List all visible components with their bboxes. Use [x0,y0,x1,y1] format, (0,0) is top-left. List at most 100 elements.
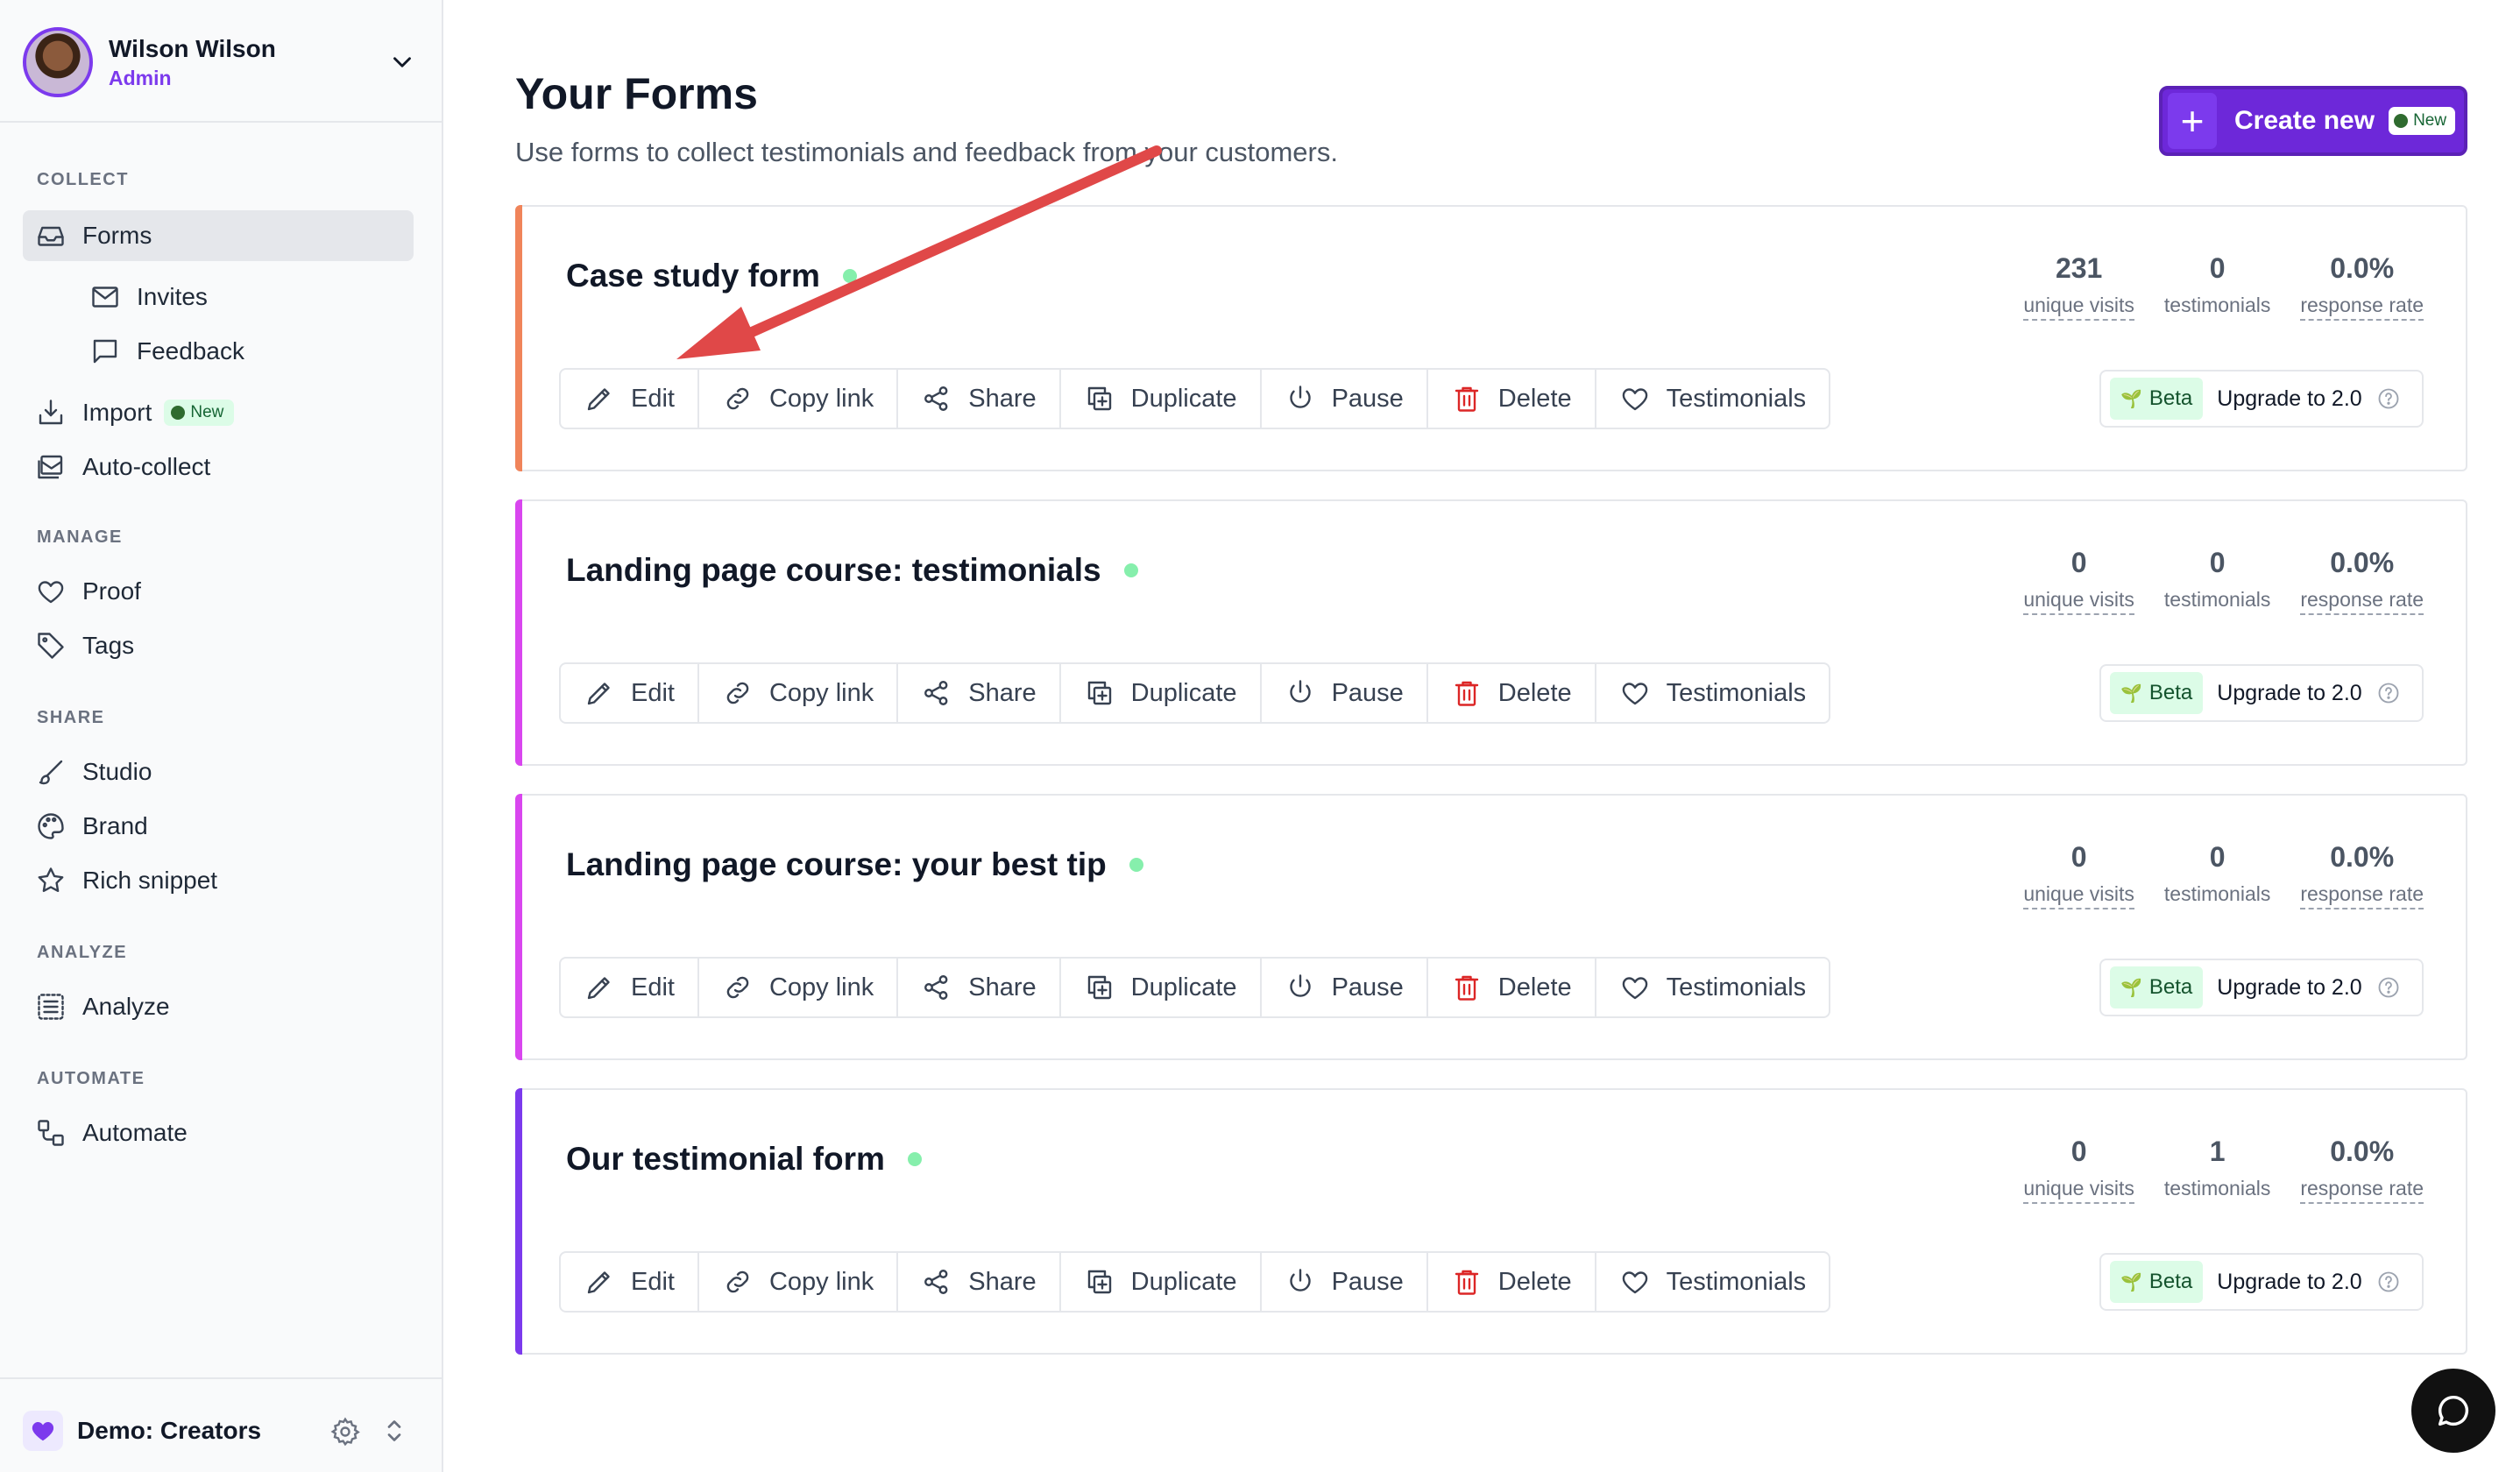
share-button[interactable]: Share [898,959,1061,1016]
status-dot [1123,563,1138,577]
copy-link-button[interactable]: Copy link [699,959,899,1016]
stat-label: testimonials [2163,882,2271,905]
delete-button[interactable]: Delete [1428,1253,1596,1311]
import-icon [39,400,63,425]
sidebar-item-label: Auto-collect [82,453,211,480]
stat-label[interactable]: response rate [2300,882,2424,909]
sidebar-item-rich-snippet[interactable]: Rich snippet [23,855,414,906]
upgrade-button[interactable]: 🌱 Beta Upgrade to 2.0 [2099,959,2424,1016]
heart-icon [1622,683,1647,705]
sidebar-item-autocollect[interactable]: Auto-collect [23,442,414,492]
plant-icon: 🌱 [2120,978,2142,998]
copy-link-button[interactable]: Copy link [699,370,899,428]
form-card: Landing page course: testimonials 0 uniq… [515,499,2467,766]
share-button[interactable]: Share [898,370,1061,428]
trash-icon [1455,1270,1478,1295]
edit-button[interactable]: Edit [561,1253,699,1311]
chevron-down-icon[interactable] [387,47,417,77]
sidebar-item-invites[interactable]: Invites [77,272,414,322]
workflow-icon [38,1120,64,1146]
stat-label[interactable]: unique visits [2023,882,2134,909]
gear-icon[interactable] [329,1416,361,1447]
edit-button[interactable]: Edit [561,664,699,722]
delete-button[interactable]: Delete [1428,959,1596,1016]
help-icon[interactable] [2376,975,2401,1000]
card-accent-bar [515,205,522,471]
copy-link-button[interactable]: Copy link [699,664,899,722]
list-icon [38,994,64,1020]
pause-button[interactable]: Pause [1262,1253,1428,1311]
testimonials-button[interactable]: Testimonials [1596,664,1830,722]
sidebar-item-label: Tags [82,632,135,659]
plant-icon: 🌱 [2120,683,2142,704]
help-icon[interactable] [2376,386,2401,411]
heart-icon [38,581,64,604]
form-title[interactable]: Our testimonial form [566,1141,885,1178]
testimonials-button[interactable]: Testimonials [1596,959,1830,1016]
sidebar-item-automate[interactable]: Automate [23,1108,414,1158]
upgrade-button[interactable]: 🌱 Beta Upgrade to 2.0 [2099,1253,2424,1311]
stat-label[interactable]: response rate [2300,588,2424,615]
testimonials-button[interactable]: Testimonials [1596,1253,1830,1311]
duplicate-button[interactable]: Duplicate [1061,370,1262,428]
action-label: Pause [1331,678,1404,707]
form-title[interactable]: Landing page course: testimonials [566,552,1101,589]
delete-button[interactable]: Delete [1428,664,1596,722]
pause-button[interactable]: Pause [1262,370,1428,428]
pause-button[interactable]: Pause [1262,664,1428,722]
sidebar-item-tags[interactable]: Tags [23,620,414,671]
edit-button[interactable]: Edit [561,959,699,1016]
stat-label[interactable]: unique visits [2023,294,2134,321]
action-label: Duplicate [1130,678,1237,707]
upgrade-label: Upgrade to 2.0 [2217,1269,2362,1294]
user-menu[interactable]: Wilson Wilson Admin [23,25,417,100]
form-title[interactable]: Landing page course: your best tip [566,846,1107,883]
beta-badge: 🌱 Beta [2110,378,2204,420]
user-name: Wilson Wilson [109,34,276,62]
share-button[interactable]: Share [898,1253,1061,1311]
duplicate-button[interactable]: Duplicate [1061,1253,1262,1311]
section-label-manage: MANAGE [37,527,123,547]
stat-label[interactable]: unique visits [2023,588,2134,615]
form-stats: 0 unique visits 0 testimonials 0.0% resp… [1993,841,2424,909]
sidebar-item-brand[interactable]: Brand [23,801,414,852]
workspace-switcher[interactable]: Demo: Creators [23,1409,417,1453]
duplicate-icon [1087,1270,1111,1294]
edit-button[interactable]: Edit [561,370,699,428]
sidebar: Wilson Wilson Admin COLLECT Forms Invite… [0,0,443,1472]
upgrade-button[interactable]: 🌱 Beta Upgrade to 2.0 [2099,664,2424,722]
copy-link-button[interactable]: Copy link [699,1253,899,1311]
form-title[interactable]: Case study form [566,258,820,294]
sidebar-item-analyze[interactable]: Analyze [23,981,414,1032]
page-title: Your Forms [515,69,758,118]
beta-badge: 🌱 Beta [2110,1261,2204,1303]
chevron-updown-icon[interactable] [379,1414,410,1447]
sidebar-item-feedback[interactable]: Feedback [77,326,414,377]
pause-button[interactable]: Pause [1262,959,1428,1016]
stat-label[interactable]: response rate [2300,1177,2424,1204]
chat-button[interactable] [2411,1369,2495,1453]
sidebar-item-label: Proof [82,577,141,605]
beta-badge: 🌱 Beta [2110,966,2204,1008]
stat-label[interactable]: unique visits [2023,1177,2134,1204]
inbox-icon [38,226,64,246]
duplicate-button[interactable]: Duplicate [1061,959,1262,1016]
sidebar-item-import[interactable]: Import New [23,387,414,438]
share-button[interactable]: Share [898,664,1061,722]
stat-label[interactable]: response rate [2300,294,2424,321]
help-icon[interactable] [2376,1270,2401,1294]
delete-button[interactable]: Delete [1428,370,1596,428]
duplicate-button[interactable]: Duplicate [1061,664,1262,722]
sidebar-item-studio[interactable]: Studio [23,747,414,797]
stat-label: testimonials [2163,588,2271,611]
sidebar-item-proof[interactable]: Proof [23,566,414,617]
help-icon[interactable] [2376,681,2401,705]
stat-value: 0.0% [2330,547,2395,578]
upgrade-button[interactable]: 🌱 Beta Upgrade to 2.0 [2099,370,2424,428]
testimonials-button[interactable]: Testimonials [1596,370,1830,428]
stat-response-rate: 0.0% response rate [2300,547,2424,615]
link-icon [726,387,749,410]
sidebar-item-forms[interactable]: Forms [23,210,414,261]
power-icon [1289,680,1311,703]
create-new-button[interactable]: + Create new New [2159,86,2467,156]
